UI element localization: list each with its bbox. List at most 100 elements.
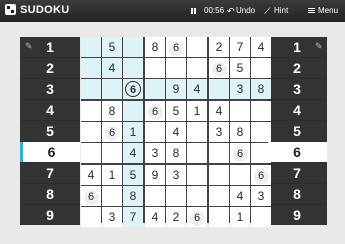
board-cell[interactable]: 8 bbox=[123, 186, 143, 206]
left-pad-number-9[interactable]: 9 bbox=[20, 205, 80, 225]
board-cell[interactable]: 6 bbox=[187, 207, 207, 227]
board-cell[interactable]: 4 bbox=[123, 143, 143, 163]
right-pad-number-5[interactable]: 5 bbox=[267, 121, 327, 141]
board-cell[interactable] bbox=[251, 207, 271, 227]
hint-button[interactable]: Hint bbox=[274, 4, 288, 18]
board-cell[interactable] bbox=[123, 58, 143, 78]
board-cell[interactable] bbox=[123, 101, 143, 121]
right-pad-number-6[interactable]: 6 bbox=[267, 142, 327, 162]
board-cell[interactable]: 1 bbox=[230, 207, 250, 227]
undo-icon[interactable]: ↶ bbox=[227, 4, 235, 18]
right-pad-number-8[interactable]: 8 bbox=[267, 184, 327, 204]
board-cell[interactable] bbox=[251, 101, 271, 121]
board-cell[interactable]: 3 bbox=[102, 207, 122, 227]
board-cell[interactable] bbox=[81, 207, 101, 227]
board-cell[interactable]: 4 bbox=[187, 79, 207, 99]
board-cell[interactable] bbox=[145, 186, 165, 206]
board-cell[interactable]: 1 bbox=[123, 122, 143, 142]
pause-icon[interactable] bbox=[191, 4, 197, 18]
board-cell[interactable]: 2 bbox=[166, 207, 186, 227]
board-cell[interactable] bbox=[187, 186, 207, 206]
right-pad-number-2[interactable]: 2 bbox=[267, 58, 327, 78]
board-cell[interactable]: 4 bbox=[209, 101, 229, 121]
board-cell[interactable]: 4 bbox=[251, 37, 271, 57]
board-cell[interactable]: 3 bbox=[166, 165, 186, 185]
board-cell[interactable]: 7 bbox=[230, 37, 250, 57]
board-cell[interactable]: 8 bbox=[145, 37, 165, 57]
board-cell[interactable] bbox=[81, 122, 101, 142]
board-cell[interactable]: 5 bbox=[123, 165, 143, 185]
right-pad-number-7[interactable]: 7 bbox=[267, 163, 327, 183]
left-pad-number-7[interactable]: 7 bbox=[20, 163, 80, 183]
right-pad-number-3[interactable]: 3 bbox=[267, 79, 327, 99]
board-cell[interactable]: 4 bbox=[81, 165, 101, 185]
left-pad-number-3[interactable]: 3 bbox=[20, 79, 80, 99]
board-cell[interactable] bbox=[209, 79, 229, 99]
board-cell[interactable] bbox=[209, 165, 229, 185]
board-cell[interactable] bbox=[251, 58, 271, 78]
board-cell[interactable]: 9 bbox=[166, 79, 186, 99]
board-cell[interactable]: 4 bbox=[102, 58, 122, 78]
board-cell[interactable] bbox=[209, 143, 229, 163]
board-cell[interactable]: 3 bbox=[209, 122, 229, 142]
board-cell[interactable] bbox=[81, 79, 101, 99]
left-pad-number-8[interactable]: 8 bbox=[20, 184, 80, 204]
board-cell[interactable] bbox=[187, 165, 207, 185]
pencil-icon[interactable]: ✎ bbox=[315, 41, 323, 52]
board-cell[interactable] bbox=[102, 143, 122, 163]
board-cell[interactable]: 6 bbox=[209, 58, 229, 78]
board-cell[interactable] bbox=[187, 58, 207, 78]
hint-wand-icon[interactable]: ⟋ bbox=[264, 4, 270, 18]
board-cell[interactable]: 8 bbox=[166, 143, 186, 163]
board-cell[interactable]: 6 bbox=[123, 79, 143, 99]
board-cell[interactable] bbox=[209, 186, 229, 206]
board-cell[interactable]: 6 bbox=[166, 37, 186, 57]
left-pad-number-5[interactable]: 5 bbox=[20, 121, 80, 141]
board-cell[interactable]: 1 bbox=[187, 101, 207, 121]
board-cell[interactable] bbox=[230, 165, 250, 185]
left-pad-number-2[interactable]: 2 bbox=[20, 58, 80, 78]
board-cell[interactable]: 2 bbox=[209, 37, 229, 57]
board-cell[interactable]: 6 bbox=[230, 143, 250, 163]
board-cell[interactable] bbox=[187, 37, 207, 57]
board-cell[interactable] bbox=[123, 37, 143, 57]
board-cell[interactable] bbox=[187, 143, 207, 163]
board-cell[interactable]: 1 bbox=[102, 165, 122, 185]
board-cell[interactable] bbox=[166, 186, 186, 206]
board-cell[interactable] bbox=[209, 207, 229, 227]
board-cell[interactable]: 6 bbox=[81, 186, 101, 206]
board-cell[interactable]: 3 bbox=[145, 143, 165, 163]
board-cell[interactable] bbox=[166, 58, 186, 78]
board-cell[interactable]: 4 bbox=[230, 186, 250, 206]
board-cell[interactable] bbox=[81, 143, 101, 163]
board-cell[interactable]: 6 bbox=[102, 122, 122, 142]
board-cell[interactable]: 3 bbox=[251, 186, 271, 206]
board-cell[interactable]: 5 bbox=[102, 37, 122, 57]
board-cell[interactable] bbox=[251, 143, 271, 163]
right-pad-number-9[interactable]: 9 bbox=[267, 205, 327, 225]
board-cell[interactable]: 9 bbox=[145, 165, 165, 185]
board-cell[interactable] bbox=[251, 122, 271, 142]
left-pad-number-6[interactable]: 6 bbox=[20, 142, 80, 162]
board-cell[interactable]: 8 bbox=[230, 122, 250, 142]
right-pad-number-4[interactable]: 4 bbox=[267, 100, 327, 120]
menu-button[interactable]: Menu bbox=[318, 4, 338, 18]
board-cell[interactable] bbox=[187, 122, 207, 142]
undo-button[interactable]: Undo bbox=[236, 4, 255, 18]
board-cell[interactable]: 4 bbox=[166, 122, 186, 142]
board-cell[interactable] bbox=[102, 186, 122, 206]
board-cell[interactable]: 7 bbox=[123, 207, 143, 227]
board-cell[interactable]: 8 bbox=[251, 79, 271, 99]
board-cell[interactable] bbox=[81, 37, 101, 57]
left-pad-number-4[interactable]: 4 bbox=[20, 100, 80, 120]
pencil-icon[interactable]: ✎ bbox=[25, 41, 33, 52]
board-cell[interactable] bbox=[145, 79, 165, 99]
board-cell[interactable] bbox=[145, 58, 165, 78]
board-cell[interactable]: 6 bbox=[251, 165, 271, 185]
board-cell[interactable]: 5 bbox=[230, 58, 250, 78]
board-cell[interactable] bbox=[81, 101, 101, 121]
board-cell[interactable]: 6 bbox=[145, 101, 165, 121]
board-cell[interactable]: 8 bbox=[102, 101, 122, 121]
board-cell[interactable] bbox=[230, 101, 250, 121]
board-cell[interactable]: 5 bbox=[166, 101, 186, 121]
